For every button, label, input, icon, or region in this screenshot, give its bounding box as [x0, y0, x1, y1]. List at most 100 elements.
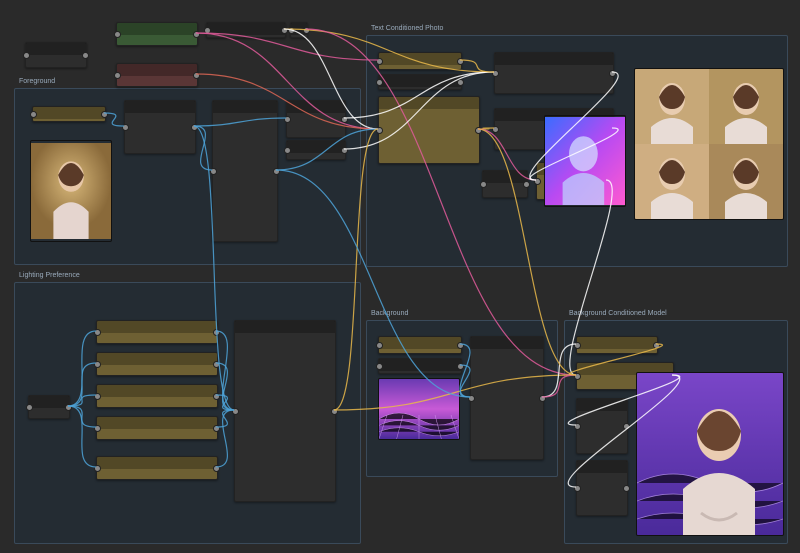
group-title: Background: [371, 310, 408, 317]
node-n10[interactable]: [32, 106, 106, 122]
port-in[interactable]: [210, 168, 217, 175]
port-out[interactable]: [457, 58, 464, 65]
port-out[interactable]: [457, 342, 464, 349]
image-preview-img_stylized[interactable]: [544, 115, 626, 207]
port-in[interactable]: [232, 408, 239, 415]
node-n40[interactable]: [378, 336, 462, 354]
node-title: [97, 417, 217, 429]
port-out[interactable]: [65, 404, 72, 411]
image-preview-img_grid[interactable]: [634, 68, 784, 220]
image-preview-img_out[interactable]: [636, 372, 784, 536]
port-out[interactable]: [82, 52, 89, 59]
port-out[interactable]: [193, 31, 200, 38]
port-out[interactable]: [273, 168, 280, 175]
port-out[interactable]: [281, 27, 288, 34]
node-n1[interactable]: [25, 42, 87, 68]
port-out[interactable]: [341, 147, 348, 154]
port-out[interactable]: [341, 116, 348, 123]
port-in[interactable]: [94, 393, 101, 400]
port-in[interactable]: [480, 181, 487, 188]
port-out[interactable]: [331, 408, 338, 415]
port-in[interactable]: [468, 395, 475, 402]
port-out[interactable]: [539, 395, 546, 402]
port-out[interactable]: [191, 124, 198, 131]
port-out[interactable]: [213, 361, 220, 368]
port-out[interactable]: [623, 423, 630, 430]
node-n30[interactable]: [378, 52, 462, 70]
node-n50[interactable]: [576, 336, 658, 354]
port-out[interactable]: [475, 127, 482, 134]
port-out[interactable]: [523, 181, 530, 188]
node-n53[interactable]: [576, 460, 628, 516]
node-n22[interactable]: [96, 352, 218, 376]
port-in[interactable]: [94, 329, 101, 336]
port-in[interactable]: [204, 27, 211, 34]
node-n3[interactable]: [116, 63, 198, 87]
node-n41[interactable]: [378, 358, 462, 374]
node-title: [97, 385, 217, 397]
node-graph-canvas[interactable]: ForegroundLighting PreferenceText Condit…: [0, 0, 800, 553]
node-n14[interactable]: [286, 140, 346, 160]
node-n36[interactable]: [482, 170, 528, 198]
port-out[interactable]: [213, 425, 220, 432]
image-preview-img_src[interactable]: [30, 140, 112, 242]
node-n26[interactable]: [234, 320, 336, 502]
node-n12[interactable]: [212, 100, 278, 242]
node-n32[interactable]: [378, 96, 480, 164]
port-in[interactable]: [376, 79, 383, 86]
port-in[interactable]: [492, 70, 499, 77]
node-n52[interactable]: [576, 398, 628, 454]
node-n24[interactable]: [96, 416, 218, 440]
port-out[interactable]: [213, 393, 220, 400]
port-in[interactable]: [26, 404, 33, 411]
node-title: [287, 101, 345, 113]
node-n20[interactable]: [28, 395, 70, 419]
port-in[interactable]: [30, 111, 37, 118]
node-n25[interactable]: [96, 456, 218, 480]
port-in[interactable]: [94, 361, 101, 368]
node-title: [287, 141, 345, 153]
node-title: [495, 53, 613, 65]
port-out[interactable]: [193, 72, 200, 79]
port-in[interactable]: [574, 373, 581, 380]
port-in[interactable]: [376, 363, 383, 370]
image-preview-img_bg[interactable]: [378, 378, 460, 440]
node-n4[interactable]: [206, 22, 286, 38]
port-out[interactable]: [609, 70, 616, 77]
port-out[interactable]: [653, 342, 660, 349]
port-in[interactable]: [376, 127, 383, 134]
port-out[interactable]: [101, 111, 108, 118]
port-out[interactable]: [623, 485, 630, 492]
node-n33[interactable]: [494, 52, 614, 94]
port-in[interactable]: [574, 342, 581, 349]
port-out[interactable]: [213, 465, 220, 472]
node-n42[interactable]: [470, 336, 544, 460]
port-in[interactable]: [284, 147, 291, 154]
node-n23[interactable]: [96, 384, 218, 408]
node-n31[interactable]: [378, 74, 462, 90]
port-in[interactable]: [288, 27, 295, 34]
port-out[interactable]: [457, 363, 464, 370]
port-in[interactable]: [114, 72, 121, 79]
node-n21[interactable]: [96, 320, 218, 344]
port-in[interactable]: [492, 126, 499, 133]
port-in[interactable]: [23, 52, 30, 59]
port-in[interactable]: [534, 178, 541, 185]
node-title: [97, 457, 217, 469]
node-n11[interactable]: [124, 100, 196, 154]
port-out[interactable]: [457, 79, 464, 86]
port-in[interactable]: [114, 31, 121, 38]
node-n2[interactable]: [116, 22, 198, 46]
port-in[interactable]: [94, 465, 101, 472]
port-out[interactable]: [303, 27, 310, 34]
port-in[interactable]: [574, 423, 581, 430]
port-in[interactable]: [284, 116, 291, 123]
port-in[interactable]: [574, 485, 581, 492]
port-out[interactable]: [213, 329, 220, 336]
port-in[interactable]: [376, 58, 383, 65]
node-n5[interactable]: [290, 22, 308, 38]
port-in[interactable]: [94, 425, 101, 432]
node-n13[interactable]: [286, 100, 346, 138]
port-in[interactable]: [376, 342, 383, 349]
port-in[interactable]: [122, 124, 129, 131]
